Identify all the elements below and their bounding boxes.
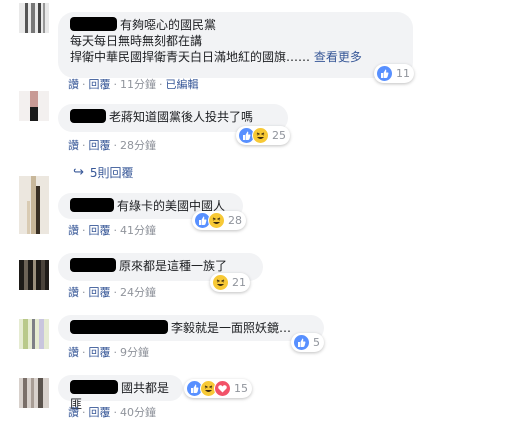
avatar[interactable] <box>19 260 49 290</box>
redacted-author-name[interactable] <box>70 198 114 212</box>
avatar[interactable] <box>19 3 49 33</box>
separator: · <box>113 139 118 152</box>
comment-line-1: 有夠噁心的國民黨 <box>70 17 401 33</box>
like-button[interactable]: 讚 <box>68 346 79 359</box>
like-button[interactable]: 讚 <box>68 406 79 419</box>
reaction-count: 28 <box>228 214 242 227</box>
separator: · <box>113 78 118 91</box>
separator: · <box>113 224 118 237</box>
replies-count-label: 5則回覆 <box>89 166 134 180</box>
timestamp[interactable]: 9分鐘 <box>120 346 149 359</box>
reaction-count: 11 <box>396 67 410 80</box>
comment-actions: 讚 · 回覆 · 24分鐘 <box>68 284 156 300</box>
reaction-summary[interactable]: 28 <box>192 211 246 230</box>
separator: · <box>82 406 86 419</box>
like-button[interactable]: 讚 <box>68 224 79 237</box>
timestamp[interactable]: 11分鐘 <box>120 78 156 91</box>
reply-button[interactable]: 回覆 <box>89 78 111 91</box>
like-button[interactable]: 讚 <box>68 78 79 91</box>
avatar-image <box>19 260 49 290</box>
redacted-author-name[interactable] <box>70 380 118 394</box>
avatar[interactable] <box>19 319 49 349</box>
comment-bubble: 有夠噁心的國民黨 每天每日無時無刻都在講 捍衛中華民國捍衛青天白日滿地紅的國旗…… <box>58 12 413 78</box>
redacted-author-name[interactable] <box>70 17 117 31</box>
separator: · <box>82 224 86 237</box>
reaction-summary[interactable]: 21 <box>210 273 250 292</box>
reply-arrow-icon: ↪ <box>73 165 84 180</box>
redacted-author-name[interactable] <box>70 258 116 272</box>
reply-button[interactable]: 回覆 <box>89 406 111 419</box>
reaction-count: 25 <box>272 129 286 142</box>
comment-line-3: 捍衛中華民國捍衛青天白日滿地紅的國旗…… 查看更多 <box>70 50 362 64</box>
reaction-summary[interactable]: 25 <box>236 126 290 145</box>
comment-actions: 讚 · 回覆 · 40分鐘 <box>68 404 156 420</box>
redacted-author-name[interactable] <box>70 109 106 123</box>
avatar-image <box>19 319 49 349</box>
avatar-image <box>19 91 49 121</box>
see-more-link[interactable]: 查看更多 <box>314 50 362 64</box>
timestamp[interactable]: 40分鐘 <box>120 406 156 419</box>
reaction-summary[interactable]: 11 <box>374 64 414 83</box>
reaction-summary[interactable]: 5 <box>291 333 324 352</box>
view-replies-link[interactable]: ↪ 5則回覆 <box>73 164 134 181</box>
comment-actions: 讚 · 回覆 · 28分鐘 <box>68 137 156 153</box>
comment-actions: 讚 · 回覆 · 9分鐘 <box>68 344 149 360</box>
separator: · <box>82 139 86 152</box>
reaction-count: 21 <box>232 276 246 289</box>
separator: · <box>82 286 86 299</box>
haha-icon <box>212 274 229 291</box>
avatar[interactable] <box>19 176 49 234</box>
timestamp[interactable]: 41分鐘 <box>120 224 156 237</box>
separator: · <box>82 78 86 91</box>
separator: · <box>159 78 163 91</box>
reply-button[interactable]: 回覆 <box>89 139 111 152</box>
reaction-count: 5 <box>313 336 320 349</box>
edited-link[interactable]: 已編輯 <box>166 78 199 91</box>
redacted-author-name[interactable] <box>70 320 168 334</box>
separator: · <box>82 346 86 359</box>
reaction-count: 15 <box>234 382 248 395</box>
timestamp[interactable]: 24分鐘 <box>120 286 156 299</box>
reaction-summary[interactable]: 15 <box>184 379 252 398</box>
like-button[interactable]: 讚 <box>68 139 79 152</box>
timestamp[interactable]: 28分鐘 <box>120 139 156 152</box>
avatar-image <box>19 176 49 234</box>
reply-button[interactable]: 回覆 <box>89 346 111 359</box>
reply-button[interactable]: 回覆 <box>89 286 111 299</box>
avatar[interactable] <box>19 91 49 121</box>
avatar-image <box>19 378 49 408</box>
comment-actions: 讚 · 回覆 · 11分鐘 · 已編輯 <box>68 76 199 92</box>
like-button[interactable]: 讚 <box>68 286 79 299</box>
separator: · <box>113 346 118 359</box>
reply-button[interactable]: 回覆 <box>89 224 111 237</box>
comment-bubble: 國共都是匪 <box>58 375 183 411</box>
haha-icon <box>208 212 225 229</box>
separator: · <box>113 286 118 299</box>
comment-bubble: 李毅就是一面照妖鏡… <box>58 315 324 341</box>
comment-line-2: 每天每日無時無刻都在講 <box>70 34 203 48</box>
avatar-image <box>19 3 49 33</box>
separator: · <box>113 406 118 419</box>
haha-icon <box>252 127 269 144</box>
love-icon <box>214 380 231 397</box>
like-icon <box>376 65 393 82</box>
like-icon <box>293 334 310 351</box>
avatar[interactable] <box>19 378 49 408</box>
comment-actions: 讚 · 回覆 · 41分鐘 <box>68 222 156 238</box>
